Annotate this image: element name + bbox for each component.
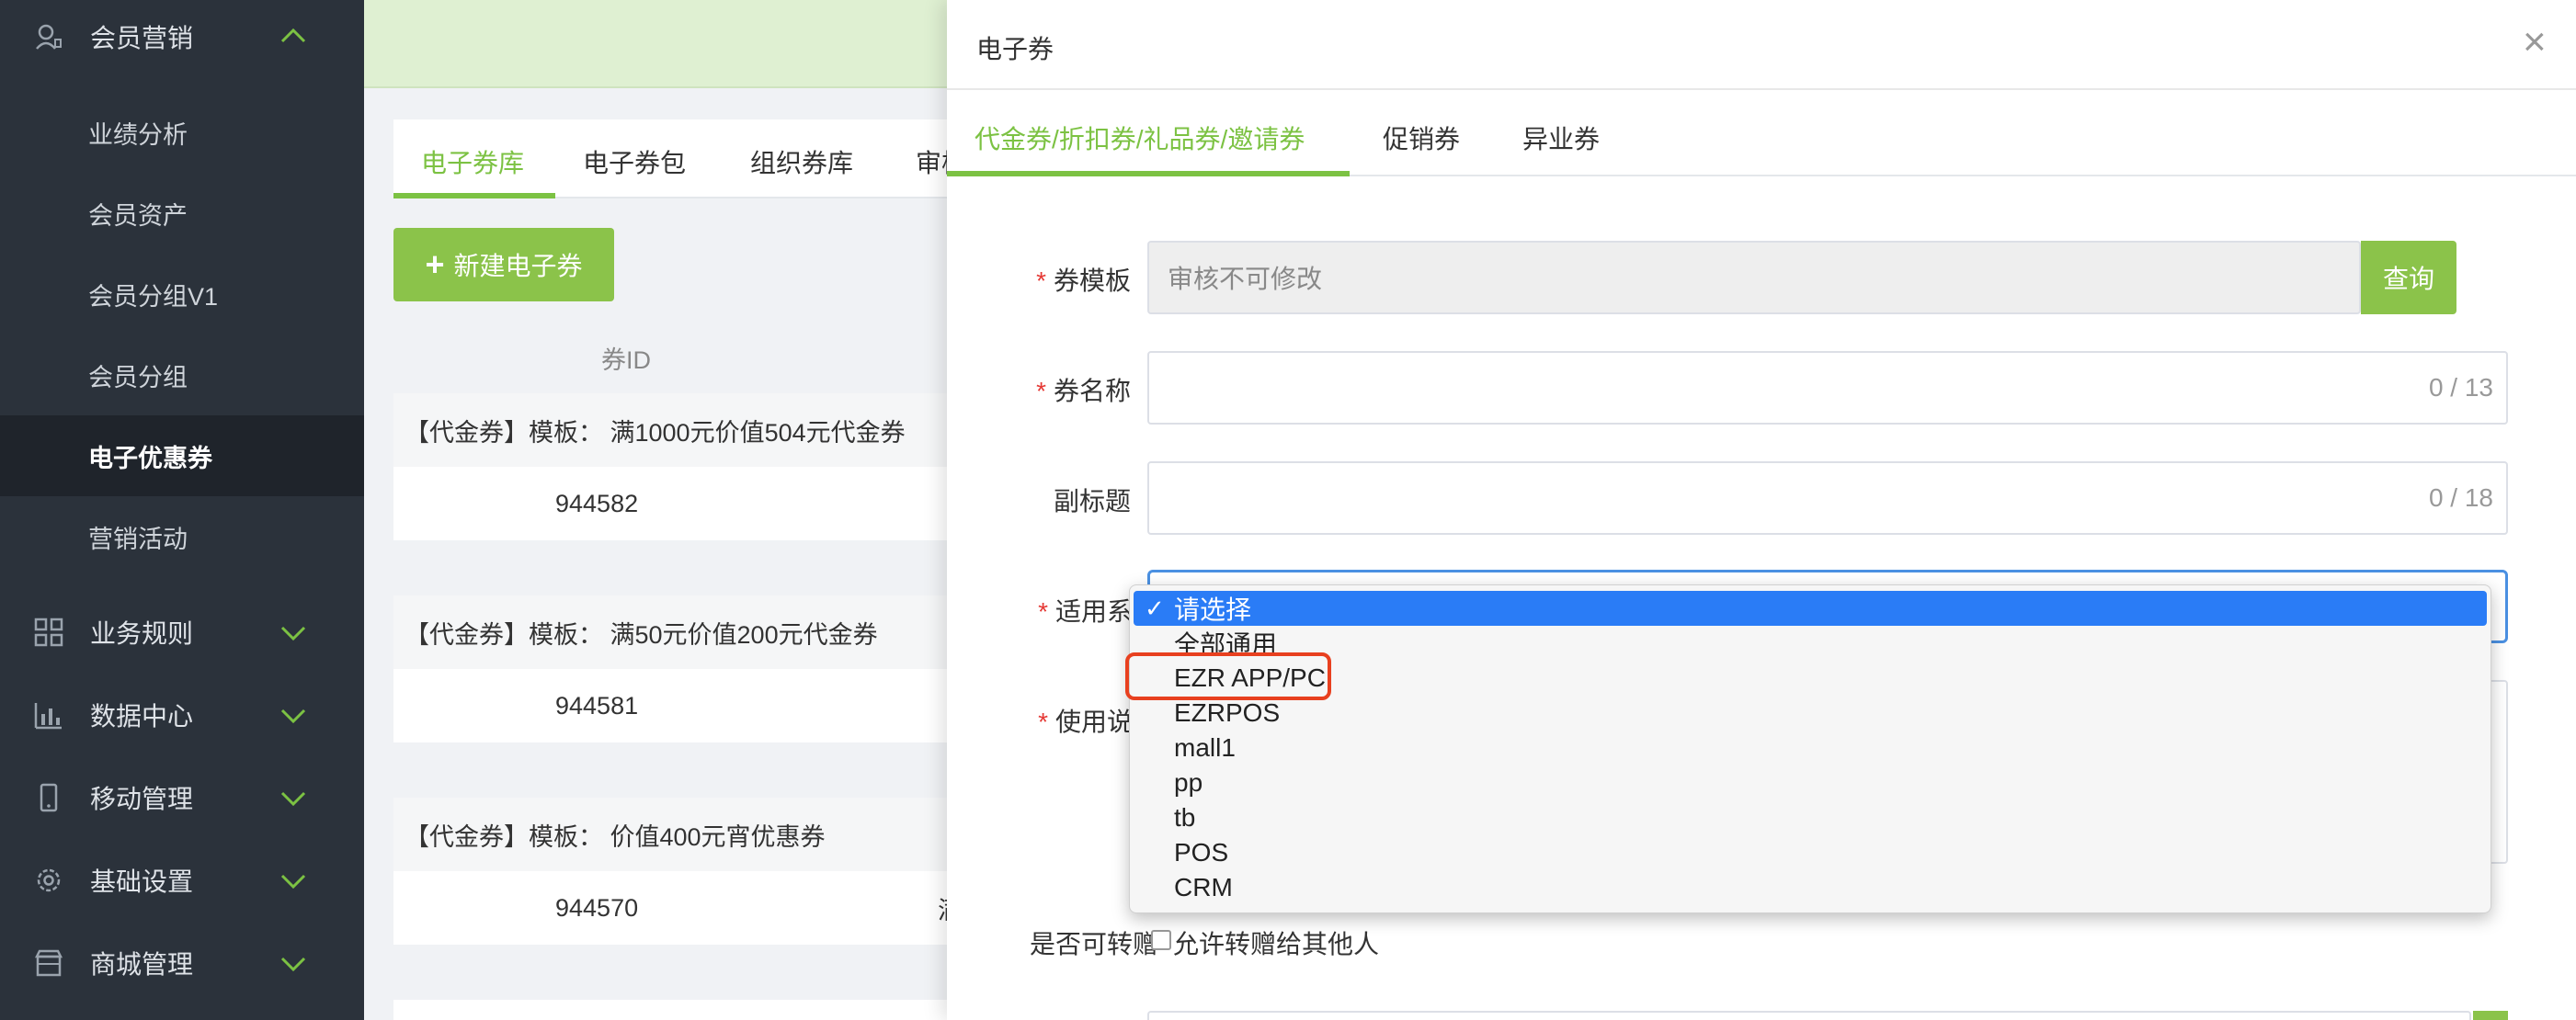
- sidebar-section-label: 基础设置: [90, 867, 194, 896]
- subtitle-label: 副标题: [1053, 487, 1131, 516]
- coupon-card-body: 944570 满: [393, 871, 982, 945]
- tab-promotion-coupon[interactable]: 促销券: [1383, 119, 1460, 156]
- dropdown-option-ezrpos[interactable]: EZRPOS: [1134, 696, 2487, 731]
- sidebar-section-marketing[interactable]: 会员营销: [0, 0, 364, 74]
- required-mark: *: [1036, 377, 1046, 405]
- sidebar-item-e-coupons[interactable]: 电子优惠券: [0, 415, 364, 496]
- coupon-card-title: 【代金券】模板： 满1000元价值504元代金券: [393, 393, 982, 467]
- sidebar-section-label: 业务规则: [90, 619, 194, 648]
- next-field-button[interactable]: [2473, 1011, 2508, 1020]
- dialog-title: 电子券: [976, 35, 1054, 63]
- subtitle-input[interactable]: 0 / 18: [1147, 461, 2508, 535]
- dropdown-option-all[interactable]: 全部通用: [1134, 626, 2487, 661]
- allow-transfer-checkbox[interactable]: [1151, 930, 1171, 950]
- sidebar-section-mobile[interactable]: 移动管理: [0, 761, 364, 834]
- checkmark-icon: ✓: [1145, 594, 1165, 622]
- coupon-card: 【代金券】模板： 满1000元价值504元代金券 944582: [393, 393, 982, 540]
- required-mark: *: [1036, 266, 1046, 295]
- sidebar-item-marketing-activities[interactable]: 营销活动: [0, 496, 364, 577]
- dropdown-option-ezr-app-pc[interactable]: EZR APP/PC: [1134, 661, 2487, 696]
- dialog-header: 电子券 ×: [947, 0, 2576, 90]
- gear-icon: [37, 868, 61, 892]
- template-value: 审核不可修改: [1168, 265, 1323, 293]
- applicable-system-dropdown: ✓ 请选择 全部通用 EZR APP/PC EZRPOS mall1 pp tb…: [1129, 584, 2491, 913]
- sidebar-section-label: 商城管理: [90, 950, 194, 979]
- store-icon: [34, 949, 63, 977]
- sidebar-item-member-assets[interactable]: 会员资产: [0, 173, 364, 254]
- chevron-down-icon[interactable]: [278, 617, 309, 648]
- sidebar: 会员营销 业绩分析 会员资产 会员分组V1 会员分组 电子优惠券 营销活动 业务…: [0, 0, 364, 1020]
- template-input[interactable]: 审核不可修改: [1147, 241, 2361, 314]
- member-marketing-icon: [36, 24, 62, 50]
- required-mark: *: [1038, 708, 1048, 736]
- next-field-input[interactable]: [1147, 1011, 2471, 1020]
- tab-voucher-discount-gift-invite[interactable]: 代金券/折扣券/礼品券/邀请券: [975, 119, 1305, 156]
- dropdown-option-crm[interactable]: CRM: [1134, 870, 2487, 905]
- coupon-library-panel: 电子券库 电子券包 组织券库 审核 + 新建电子券 券ID 【代金券】模板： 满…: [393, 119, 982, 1020]
- close-icon[interactable]: ×: [2523, 22, 2547, 62]
- plus-icon: +: [425, 245, 445, 283]
- sidebar-section-data-center[interactable]: 数据中心: [0, 678, 364, 752]
- active-tab-indicator: [947, 171, 1350, 176]
- sidebar-section-label: 移动管理: [90, 785, 194, 813]
- active-tab-indicator: [393, 193, 555, 198]
- coupon-id: 944581: [555, 691, 639, 720]
- coupon-card-partial: [393, 1000, 982, 1020]
- coupon-card-body: 944581: [393, 669, 982, 742]
- coupon-id: 944582: [555, 489, 639, 517]
- sidebar-section-label: 会员营销: [90, 24, 194, 52]
- tab-cross-industry-coupon[interactable]: 异业券: [1522, 119, 1600, 156]
- grid-icon: [34, 618, 63, 647]
- tab-e-coupon-library[interactable]: 电子券库: [421, 143, 524, 180]
- sidebar-item-member-groups-v1[interactable]: 会员分组V1: [0, 254, 364, 334]
- sidebar-item-performance[interactable]: 业绩分析: [0, 92, 364, 173]
- coupon-name-label: * 券名称: [1036, 377, 1131, 405]
- tab-org-coupon-library[interactable]: 组织券库: [750, 143, 853, 180]
- bar-chart-icon: [34, 703, 62, 730]
- coupon-card-title: 【代金券】模板： 价值400元宵优惠券: [393, 798, 982, 871]
- new-e-coupon-label: 新建电子券: [453, 252, 583, 280]
- chevron-down-icon[interactable]: [278, 865, 309, 896]
- allow-transfer-label[interactable]: 允许转赠给其他人: [1173, 924, 1379, 961]
- sidebar-section-business-rules[interactable]: 业务规则: [0, 595, 364, 669]
- coupon-name-input[interactable]: 0 / 13: [1147, 351, 2508, 425]
- dropdown-option-mall1[interactable]: mall1: [1134, 731, 2487, 765]
- subtitle-counter: 0 / 18: [2428, 483, 2493, 512]
- chevron-up-icon[interactable]: [278, 21, 309, 52]
- sidebar-section-label: 数据中心: [90, 702, 194, 731]
- chevron-down-icon[interactable]: [278, 947, 309, 979]
- dropdown-option-please-select[interactable]: ✓ 请选择: [1134, 591, 2487, 626]
- column-header-coupon-id: 券ID: [601, 346, 651, 374]
- dropdown-option-pp[interactable]: pp: [1134, 765, 2487, 800]
- coupon-name-counter: 0 / 13: [2428, 373, 2493, 402]
- coupon-card-title: 【代金券】模板： 满50元价值200元代金券: [393, 595, 982, 669]
- sidebar-section-mall[interactable]: 商城管理: [0, 926, 364, 1000]
- chevron-down-icon[interactable]: [278, 782, 309, 813]
- new-e-coupon-button[interactable]: + 新建电子券: [393, 228, 614, 301]
- sidebar-section-basic-settings[interactable]: 基础设置: [0, 844, 364, 917]
- ezr-app-pc-highlight: [1125, 652, 1331, 700]
- coupon-card: 【代金券】模板： 价值400元宵优惠券 944570 满: [393, 798, 982, 945]
- top-banner: [364, 0, 952, 88]
- dialog-tabs: 代金券/折扣券/礼品券/邀请券 促销券 异业券: [947, 90, 2576, 176]
- coupon-tabs: 电子券库 电子券包 组织券库 审核: [393, 119, 982, 198]
- chevron-down-icon[interactable]: [278, 699, 309, 731]
- coupon-card-body: 944582: [393, 467, 982, 540]
- tab-e-coupon-package[interactable]: 电子券包: [583, 143, 686, 180]
- required-mark: *: [1038, 597, 1048, 626]
- template-label: * 券模板: [1036, 266, 1131, 295]
- query-button[interactable]: 查询: [2361, 241, 2456, 314]
- transferable-label: 是否可转赠: [1029, 930, 1158, 958]
- dropdown-option-pos[interactable]: POS: [1134, 835, 2487, 870]
- coupon-card: 【代金券】模板： 满50元价值200元代金券 944581: [393, 595, 982, 742]
- sidebar-item-member-groups[interactable]: 会员分组: [0, 334, 364, 415]
- coupon-id: 944570: [555, 893, 639, 922]
- dropdown-option-tb[interactable]: tb: [1134, 800, 2487, 835]
- mobile-phone-icon: [40, 783, 58, 812]
